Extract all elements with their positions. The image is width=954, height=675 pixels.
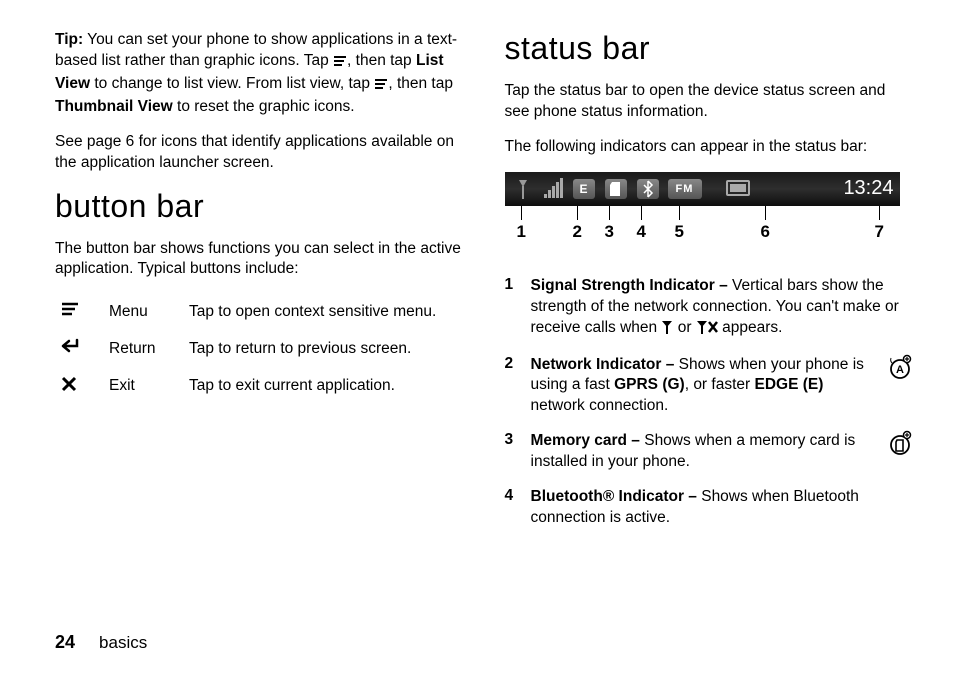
right-column: status bar Tap the status bar to open th… [505,30,915,543]
fm-icon: FM [667,176,703,202]
no-signal-x-icon [696,320,718,341]
status-bar-callouts: 1 2 3 4 5 6 7 [505,206,900,258]
svg-text:A: A [896,364,904,376]
bluetooth-icon [635,176,661,202]
list-item: 2 Network Indicator – Shows when your ph… [505,355,915,418]
button-desc: Tap to exit current application. [189,368,450,407]
button-name: Return [109,331,189,368]
memory-card-add-icon [886,431,914,473]
tip-paragraph: Tip: You can set your phone to show appl… [55,30,465,118]
tip-label: Tip: [55,31,83,48]
status-bar-heading: status bar [505,30,915,67]
status-bar-intro: Tap the status bar to open the device st… [505,81,915,123]
section-name: basics [99,633,147,652]
list-item: 3 Memory card – Shows when a memory card… [505,431,915,473]
button-desc: Tap to return to previous screen. [189,331,450,368]
status-bar-lead: The following indicators can appear in t… [505,137,915,158]
status-bar-mock: E FM 13:24 [505,172,900,206]
signal-icon [511,176,537,202]
indicator-list: 1 Signal Strength Indicator – Vertical b… [505,276,915,529]
active-connection-icon: A [886,355,914,418]
table-row: Return Tap to return to previous screen. [61,331,450,368]
menu-icon [374,76,388,97]
button-name: Menu [109,294,189,331]
button-name: Exit [109,368,189,407]
list-item: 1 Signal Strength Indicator – Vertical b… [505,276,915,341]
list-item: 4 Bluetooth® Indicator – Shows when Blue… [505,487,915,529]
no-signal-icon [661,320,673,341]
return-icon [61,340,81,357]
table-row: Menu Tap to open context sensitive menu. [61,294,450,331]
status-bar-time: 13:24 [843,177,893,200]
button-bar-heading: button bar [55,188,465,225]
close-icon [61,379,77,396]
page-footer: 24 basics [55,632,147,653]
page-number: 24 [55,632,75,652]
status-bar-figure: E FM 13:24 1 2 3 4 5 6 7 [505,172,900,258]
signal-bars-icon [543,176,565,202]
see-page-paragraph: See page 6 for icons that identify appli… [55,132,465,174]
table-row: Exit Tap to exit current application. [61,368,450,407]
display-icon [723,176,753,202]
button-desc: Tap to open context sensitive menu. [189,294,450,331]
button-bar-table: Menu Tap to open context sensitive menu.… [61,294,450,407]
left-column: Tip: You can set your phone to show appl… [55,30,465,543]
edge-icon: E [571,176,597,202]
button-bar-intro: The button bar shows functions you can s… [55,239,465,281]
memory-card-icon [603,176,629,202]
menu-icon [333,53,347,74]
menu-icon [61,303,79,320]
thumbnail-view-label: Thumbnail View [55,98,173,115]
